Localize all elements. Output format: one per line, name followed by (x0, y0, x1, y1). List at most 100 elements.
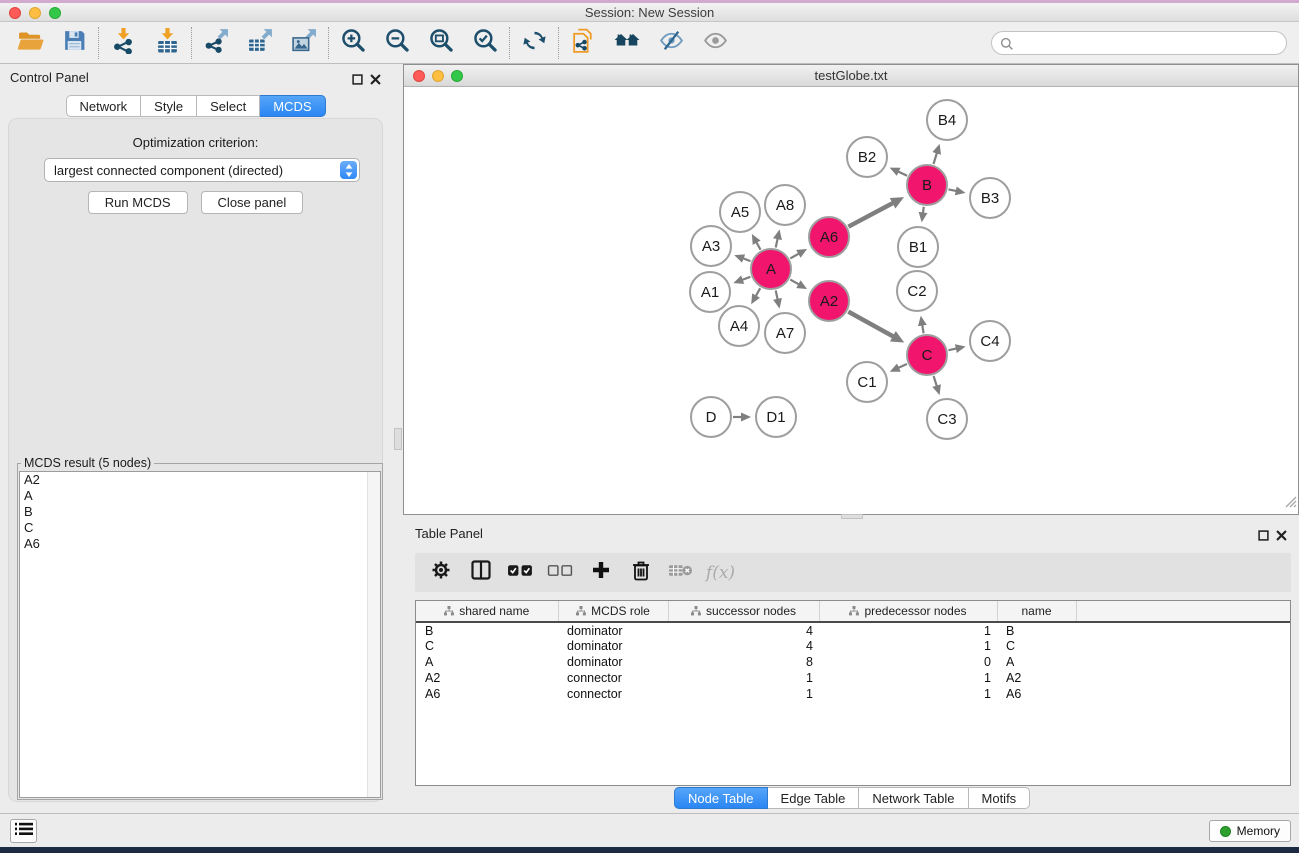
task-history-button[interactable] (10, 819, 37, 843)
edge-C-C4[interactable] (949, 348, 957, 350)
memory-status-icon (1220, 826, 1231, 837)
mcds-result-list[interactable]: A2ABCA6 (19, 471, 381, 798)
export-table-button[interactable] (238, 24, 282, 62)
window-resize-grip[interactable] (1283, 494, 1297, 513)
table-header-row[interactable]: shared nameMCDS rolesuccessor nodesprede… (416, 601, 1290, 622)
close-table-panel-icon[interactable] (1276, 528, 1287, 546)
memory-button[interactable]: Memory (1209, 820, 1291, 842)
tab-edge-table[interactable]: Edge Table (768, 787, 860, 809)
table-row[interactable]: Bdominator41B (416, 622, 1290, 638)
function-builder-button[interactable]: f(x) (707, 559, 734, 587)
column-layout-button[interactable] (467, 559, 494, 587)
unchecked-boxes-icon (547, 562, 574, 584)
deselect-all-columns-button[interactable] (547, 559, 574, 587)
table-cell: 1 (819, 638, 997, 654)
export-table-icon (247, 27, 274, 59)
table-cell-filler (1076, 638, 1290, 654)
select-all-columns-button[interactable] (507, 559, 534, 587)
edge-C-C1[interactable] (898, 364, 907, 368)
edge-A2-C[interactable] (848, 312, 893, 337)
tab-style[interactable]: Style (141, 95, 197, 117)
table-cell: 1 (819, 670, 997, 686)
table-cell: A6 (416, 686, 558, 702)
table-panel: Table Panel f(x) shared nameMCDS rolesuc… (403, 520, 1299, 813)
edge-A-A2[interactable] (790, 280, 799, 285)
export-network-icon (203, 27, 230, 59)
show-graphics-details-button[interactable] (693, 24, 737, 62)
import-table-icon (154, 27, 181, 59)
export-network-button[interactable] (194, 24, 238, 62)
attribute-type-icon (576, 606, 586, 616)
delete-column-button[interactable] (627, 559, 654, 587)
table-row[interactable]: Adominator80A (416, 654, 1290, 670)
eye-icon (702, 27, 729, 59)
column-header-predecessor-nodes[interactable]: predecessor nodes (819, 601, 997, 622)
edge-C-C3[interactable] (934, 376, 937, 387)
edge-A-A6[interactable] (790, 253, 799, 258)
show-all-windows-button[interactable] (605, 24, 649, 62)
tab-network[interactable]: Network (65, 95, 141, 117)
mcds-result-item[interactable]: A (20, 488, 380, 504)
open-session-button[interactable] (8, 24, 52, 62)
float-panel-icon[interactable] (352, 72, 363, 90)
delete-table-button[interactable] (667, 559, 694, 587)
zoom-in-button[interactable] (331, 24, 375, 62)
table-settings-button[interactable] (427, 559, 454, 587)
edge-A-A7[interactable] (776, 291, 778, 300)
import-network-button[interactable] (101, 24, 145, 62)
column-header-name[interactable]: name (997, 601, 1076, 622)
search-input[interactable] (991, 31, 1287, 55)
table-panel-tabs: Node TableEdge TableNetwork TableMotifs (674, 787, 1030, 809)
mcds-result-item[interactable]: C (20, 520, 380, 536)
table-row[interactable]: Cdominator41C (416, 638, 1290, 654)
vertical-split-handle[interactable] (394, 428, 402, 450)
toolbar-separator (328, 27, 329, 59)
edge-B-B4[interactable] (934, 153, 938, 165)
tab-motifs[interactable]: Motifs (969, 787, 1031, 809)
hide-graphics-details-button[interactable] (649, 24, 693, 62)
network-graph-canvas[interactable]: B4B2BB3B1A5A8A6A3AA1A2C2A4A7C4CC1C3DD1 (404, 87, 1298, 515)
zoom-out-button[interactable] (375, 24, 419, 62)
delete-table-icon (668, 561, 693, 585)
run-mcds-button[interactable]: Run MCDS (88, 191, 188, 214)
edge-A-A3[interactable] (743, 258, 751, 261)
tab-network-table[interactable]: Network Table (859, 787, 968, 809)
refresh-view-button[interactable] (512, 24, 556, 62)
table-row[interactable]: A2connector11A2 (416, 670, 1290, 686)
zoom-selected-button[interactable] (463, 24, 507, 62)
horizontal-split-handle[interactable] (841, 514, 863, 519)
edge-B-B1[interactable] (923, 207, 924, 214)
tab-select[interactable]: Select (197, 95, 260, 117)
edge-A-A1[interactable] (742, 277, 751, 280)
add-column-button[interactable] (587, 559, 614, 587)
mcds-result-item[interactable]: B (20, 504, 380, 520)
mcds-result-item[interactable]: A6 (20, 536, 380, 552)
double-home-icon (613, 26, 641, 59)
tab-mcds[interactable]: MCDS (260, 95, 325, 117)
float-table-panel-icon[interactable] (1258, 528, 1269, 546)
network-window-titlebar[interactable]: testGlobe.txt (404, 65, 1298, 87)
zoom-fit-button[interactable] (419, 24, 463, 62)
edge-B-B2[interactable] (898, 171, 907, 175)
export-image-button[interactable] (282, 24, 326, 62)
list-scrollbar[interactable] (367, 472, 380, 797)
column-header-successor-nodes[interactable]: successor nodes (668, 601, 819, 622)
close-panel-icon[interactable] (370, 72, 381, 90)
edge-A-A8[interactable] (776, 238, 778, 247)
edge-C-C2[interactable] (922, 325, 923, 334)
clone-network-button[interactable] (561, 24, 605, 62)
edge-A-A5[interactable] (756, 242, 760, 250)
table-row[interactable]: A6connector11A6 (416, 686, 1290, 702)
network-window-title: testGlobe.txt (404, 68, 1298, 83)
close-panel-button[interactable]: Close panel (201, 191, 304, 214)
save-session-button[interactable] (52, 24, 96, 62)
edge-A-A4[interactable] (756, 288, 761, 296)
optimization-criterion-select[interactable]: largest connected component (directed) (44, 158, 360, 182)
column-header-MCDS-role[interactable]: MCDS role (558, 601, 668, 622)
column-header-shared-name[interactable]: shared name (416, 601, 558, 622)
tab-node-table[interactable]: Node Table (674, 787, 768, 809)
mcds-result-item[interactable]: A2 (20, 472, 380, 488)
import-table-button[interactable] (145, 24, 189, 62)
edge-B-B3[interactable] (949, 189, 957, 191)
edge-A6-B[interactable] (848, 203, 893, 227)
